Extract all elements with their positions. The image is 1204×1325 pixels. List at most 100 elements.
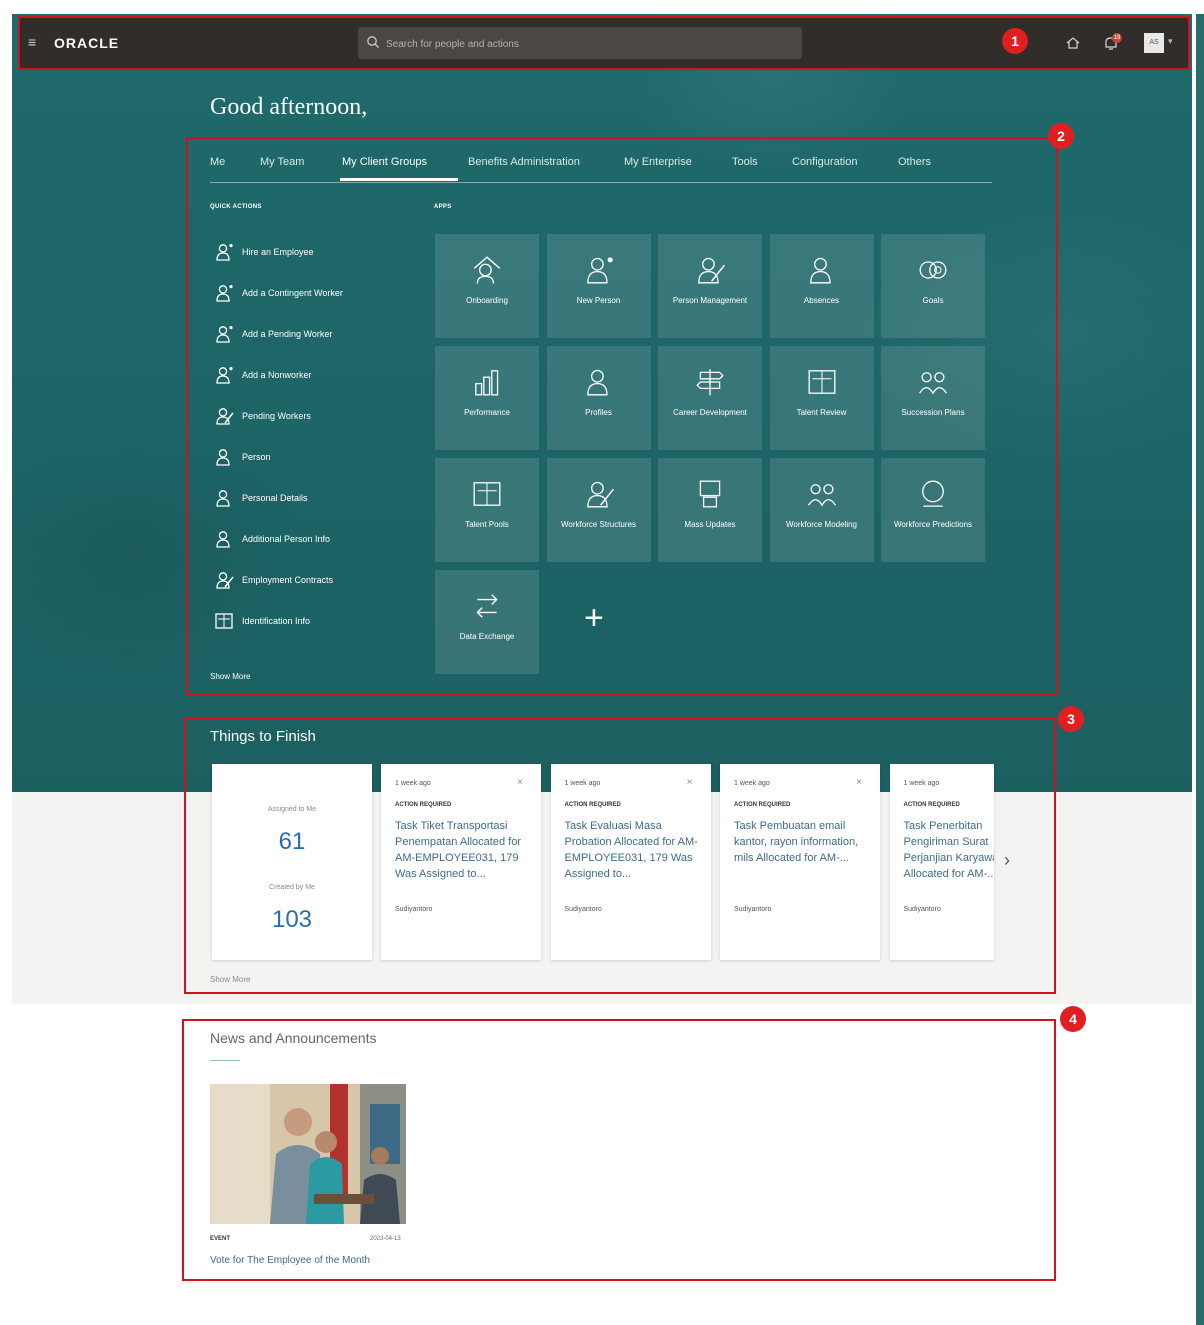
profiles-icon bbox=[586, 369, 608, 396]
app-tile[interactable]: Workforce Modeling bbox=[769, 458, 874, 562]
callout-number-1: 1 bbox=[1002, 28, 1028, 54]
task-title[interactable]: Task Tiket Transportasi Penempatan Alloc… bbox=[395, 818, 531, 882]
quick-action-item[interactable]: Employment Contracts bbox=[214, 570, 414, 592]
app-tile[interactable]: Mass Updates bbox=[658, 458, 762, 562]
tab-benefits-administration[interactable]: Benefits Administration bbox=[468, 156, 580, 168]
app-tile-label: Talent Review bbox=[796, 408, 847, 417]
app-tile-label: Person Management bbox=[672, 296, 748, 305]
id-card-icon bbox=[215, 613, 233, 629]
close-icon[interactable]: × bbox=[517, 777, 523, 788]
quick-action-item[interactable]: Identification Info bbox=[214, 611, 414, 633]
quick-action-label: Employment Contracts bbox=[242, 575, 334, 585]
quick-action-label: Add a Nonworker bbox=[242, 370, 312, 380]
chevron-right-icon[interactable]: › bbox=[1004, 850, 1010, 871]
app-tile[interactable]: Person Management bbox=[658, 234, 762, 338]
created-count[interactable]: 103 bbox=[212, 906, 372, 934]
quick-action-item[interactable]: Add a Contingent Worker bbox=[214, 283, 414, 305]
app-tile[interactable]: Career Development bbox=[658, 346, 762, 450]
person-edit-icon bbox=[216, 572, 234, 589]
app-tile[interactable]: Data Exchange bbox=[435, 570, 539, 674]
app-tile-label: Absences bbox=[803, 296, 840, 305]
app-tile-label: Workforce Structures bbox=[561, 520, 636, 529]
task-title[interactable]: Task Penerbitan Pengiriman Surat Perjanj… bbox=[904, 818, 994, 882]
app-tile-label: Goals bbox=[922, 296, 944, 305]
person-icon bbox=[216, 531, 230, 548]
quick-action-item[interactable]: Add a Pending Worker bbox=[214, 324, 414, 346]
task-card[interactable]: 1 week ago × ACTION REQUIRED Task Evaluasi … bbox=[550, 764, 711, 960]
app-tile[interactable]: Workforce Structures bbox=[546, 458, 651, 562]
quick-action-label: Additional Person Info bbox=[242, 534, 331, 544]
quick-action-label: Hire an Employee bbox=[242, 247, 314, 257]
app-tile[interactable]: New Person bbox=[546, 234, 651, 338]
app-tile-label: Workforce Modeling bbox=[786, 520, 857, 529]
goals-icon bbox=[919, 261, 947, 279]
task-title[interactable]: Task Evaluasi Masa Probation Allocated f… bbox=[565, 818, 701, 882]
page-edge bbox=[1192, 14, 1204, 1325]
task-time: 1 week ago bbox=[734, 780, 770, 787]
quick-actions-heading: QUICK ACTIONS bbox=[210, 204, 262, 210]
task-title[interactable]: Task Pembuatan email kantor, rayon infor… bbox=[734, 818, 870, 866]
app-tile[interactable]: Performance bbox=[435, 346, 539, 450]
add-app-button[interactable]: + bbox=[546, 570, 650, 674]
tab-my-enterprise[interactable]: My Enterprise bbox=[624, 156, 692, 168]
news-headline[interactable]: Vote for The Employee of the Month bbox=[210, 1255, 370, 1266]
quick-action-item[interactable]: Personal Details bbox=[214, 488, 414, 510]
workforce-structures-icon bbox=[586, 481, 614, 508]
app-tile[interactable]: Goals bbox=[881, 234, 985, 338]
app-tile[interactable]: Talent Review bbox=[769, 346, 874, 450]
person-add-icon bbox=[216, 326, 233, 343]
task-owner: Sudiyantoro bbox=[903, 906, 941, 913]
person-add-icon bbox=[216, 367, 233, 384]
tab-me[interactable]: Me bbox=[210, 156, 225, 168]
app-tile-label: Onboarding bbox=[466, 296, 508, 305]
app-tile[interactable]: Workforce Predictions bbox=[881, 458, 985, 562]
app-tile[interactable]: Talent Pools bbox=[435, 458, 539, 562]
tab-my-client-groups[interactable]: My Client Groups bbox=[342, 156, 427, 168]
news-image[interactable] bbox=[210, 1084, 406, 1224]
task-card[interactable]: 1 week ago × ACTION REQUIRED Task Pembuatan… bbox=[720, 764, 880, 960]
news-category: EVENT bbox=[210, 1236, 231, 1242]
active-tab-indicator bbox=[340, 178, 458, 181]
app-tile-label: Data Exchange bbox=[459, 632, 515, 641]
task-owner: Sudiyantoro bbox=[734, 906, 772, 913]
callout-number-3: 3 bbox=[1058, 706, 1084, 732]
data-exchange-icon bbox=[476, 594, 498, 618]
person-edit-icon bbox=[216, 408, 234, 425]
tab-others[interactable]: Others bbox=[898, 156, 931, 168]
assigned-label: Assigned to Me bbox=[267, 806, 317, 813]
quick-actions-show-more[interactable]: Show More bbox=[210, 672, 250, 681]
quick-action-item[interactable]: Pending Workers bbox=[214, 406, 414, 428]
navigation-tabs: Me My Team My Client Groups Benefits Adm… bbox=[210, 152, 992, 183]
tab-my-team[interactable]: My Team bbox=[260, 156, 304, 168]
task-time: 1 week ago bbox=[903, 780, 940, 787]
quick-action-label: Add a Contingent Worker bbox=[242, 288, 343, 298]
task-card[interactable]: 1 week ago ACTION REQUIRED Task Penerbitan… bbox=[889, 764, 994, 960]
assigned-count[interactable]: 61 bbox=[212, 828, 372, 856]
task-summary-card[interactable]: Assigned to Me 61 Created by Me 103 bbox=[212, 764, 372, 960]
apps-heading: APPS bbox=[434, 204, 452, 210]
app-tile-label: Mass Updates bbox=[684, 520, 736, 529]
plus-icon: + bbox=[584, 599, 604, 637]
things-to-finish-show-more[interactable]: Show More bbox=[210, 975, 250, 984]
talent-pools-icon bbox=[473, 482, 501, 506]
quick-action-item[interactable]: Additional Person Info bbox=[214, 529, 414, 551]
close-icon[interactable]: × bbox=[856, 777, 862, 788]
onboarding-icon bbox=[473, 256, 501, 284]
close-icon[interactable]: × bbox=[687, 777, 693, 788]
app-tile[interactable]: Profiles bbox=[546, 346, 651, 450]
performance-icon bbox=[475, 370, 499, 396]
quick-action-item[interactable]: Hire an Employee bbox=[214, 242, 414, 264]
quick-action-item[interactable]: Person bbox=[214, 447, 414, 469]
task-time: 1 week ago bbox=[395, 780, 431, 787]
tab-tools[interactable]: Tools bbox=[732, 156, 758, 168]
app-tile-label: Succession Plans bbox=[901, 408, 965, 417]
app-tile-label: Performance bbox=[464, 408, 510, 417]
app-tile[interactable]: Onboarding bbox=[435, 234, 539, 338]
things-to-finish-title: Things to Finish bbox=[210, 728, 316, 745]
new-person-icon bbox=[586, 257, 613, 284]
tab-configuration[interactable]: Configuration bbox=[792, 156, 857, 168]
quick-action-item[interactable]: Add a Nonworker bbox=[214, 365, 414, 387]
app-tile[interactable]: Absences bbox=[769, 234, 874, 338]
app-tile[interactable]: Succession Plans bbox=[881, 346, 985, 450]
task-card[interactable]: 1 week ago × ACTION REQUIRED Task Tiket Tra… bbox=[381, 764, 541, 960]
